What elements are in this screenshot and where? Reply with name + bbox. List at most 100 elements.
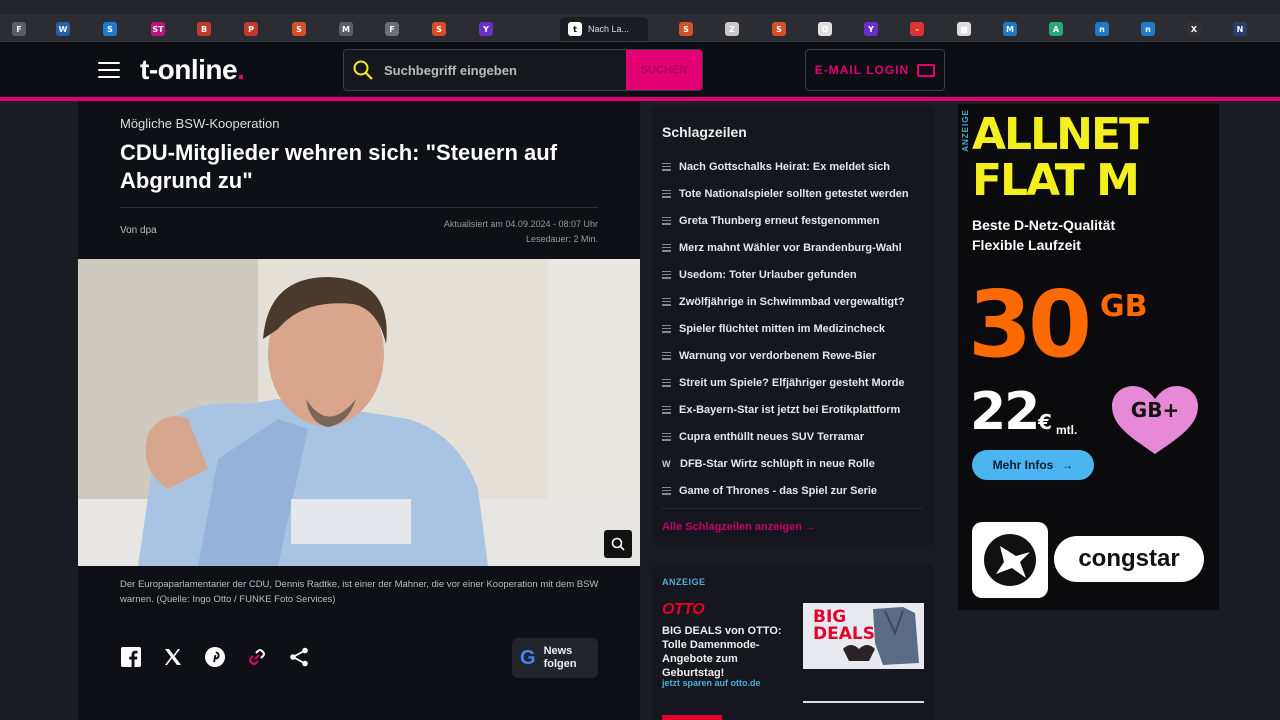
tab-favicon-icon: S xyxy=(679,22,693,36)
menu-icon[interactable] xyxy=(98,62,120,78)
otto-ad-image[interactable]: BIG DEALS xyxy=(803,603,924,669)
headline-item[interactable]: Nach Gottschalks Heirat: Ex meldet sich xyxy=(662,153,909,180)
headline-item[interactable]: Usedom: Toter Urlauber gefunden xyxy=(662,261,909,288)
browser-tab[interactable]: S xyxy=(99,18,121,40)
tab-favicon-icon: n xyxy=(1095,22,1109,36)
search-button[interactable]: SUCHEN xyxy=(626,50,702,90)
article-photo[interactable] xyxy=(78,259,640,566)
headline-label: Nach Gottschalks Heirat: Ex meldet sich xyxy=(679,160,890,173)
zoom-icon xyxy=(611,537,625,551)
active-tab[interactable]: t Nach La... xyxy=(560,17,648,41)
email-login-button[interactable]: E-MAIL LOGIN xyxy=(805,49,945,91)
headline-item[interactable]: W DFB-Star Wirtz schlüpft in neue Rolle xyxy=(662,450,909,477)
browser-tab[interactable]: N xyxy=(1229,18,1251,40)
headline-label: Greta Thunberg erneut festgenommen xyxy=(679,214,880,227)
share-icon[interactable] xyxy=(288,646,310,668)
x-icon[interactable] xyxy=(162,646,184,668)
ad-separator xyxy=(803,701,924,703)
browser-tab[interactable]: ■ xyxy=(953,18,975,40)
site-logo[interactable]: t-online. xyxy=(140,54,245,86)
big-deals-text: BIG DEALS xyxy=(813,607,875,644)
browser-tab[interactable]: M xyxy=(999,18,1021,40)
headline-item[interactable]: Spieler flüchtet mitten im Medizincheck xyxy=(662,315,909,342)
browser-tab[interactable]: F xyxy=(381,18,403,40)
browser-tab[interactable]: Z xyxy=(721,18,743,40)
tab-favicon-icon: Z xyxy=(725,22,739,36)
headline-item[interactable]: Greta Thunberg erneut festgenommen xyxy=(662,207,909,234)
arrow-right-icon: → xyxy=(1061,458,1074,472)
browser-tab[interactable]: A xyxy=(1045,18,1067,40)
ad-headline: ALLNET FLAT M xyxy=(972,109,1149,206)
browser-tab[interactable]: S xyxy=(768,18,790,40)
google-icon: G xyxy=(520,646,536,669)
search-input[interactable] xyxy=(374,62,626,78)
headline-label: Streit um Spiele? Elfjähriger gesteht Mo… xyxy=(679,376,905,389)
pinterest-icon[interactable] xyxy=(204,646,226,668)
copy-link-icon[interactable] xyxy=(246,646,268,668)
tab-favicon-icon: F xyxy=(12,22,26,36)
google-news-follow-button[interactable]: G News folgen xyxy=(512,638,598,678)
search-icon xyxy=(352,59,374,81)
w-icon: W xyxy=(662,458,671,469)
price: 22 xyxy=(970,382,1040,442)
tab-favicon-icon: n xyxy=(1141,22,1155,36)
browser-tab[interactable]: S xyxy=(428,18,450,40)
otto-logo: OTTO xyxy=(662,601,705,618)
tab-favicon-icon: ■ xyxy=(957,22,971,36)
tab-favicon-icon: S xyxy=(432,22,446,36)
browser-tab[interactable]: - xyxy=(906,18,928,40)
headline-item[interactable]: Ex-Bayern-Star ist jetzt bei Erotikplatt… xyxy=(662,396,909,423)
tab-favicon-icon: O xyxy=(818,22,832,36)
congstar-star-logo xyxy=(972,522,1048,598)
browser-tab[interactable]: ST xyxy=(147,18,169,40)
article-author: Von dpa xyxy=(120,225,157,236)
article-kicker: Mögliche BSW-Kooperation xyxy=(120,116,280,131)
zoom-button[interactable] xyxy=(604,530,632,558)
browser-tab[interactable]: W xyxy=(52,18,74,40)
tab-favicon-icon: W xyxy=(56,22,70,36)
all-headlines-link[interactable]: Alle Schlagzeilen anzeigen → xyxy=(662,521,816,533)
headline-item[interactable]: Zwölfjährige in Schwimmbad vergewaltigt? xyxy=(662,288,909,315)
headline-item[interactable]: Warnung vor verdorbenem Rewe-Bier xyxy=(662,342,909,369)
browser-tab[interactable]: Y xyxy=(860,18,882,40)
data-unit: GB xyxy=(1100,289,1148,324)
article-icon xyxy=(662,324,671,333)
headline-item[interactable]: Cupra enthüllt neues SUV Terramar xyxy=(662,423,909,450)
browser-tab[interactable]: F xyxy=(8,18,30,40)
otto-ad[interactable]: ANZEIGE OTTO BIG DEALS von OTTO: Tolle D… xyxy=(652,565,934,720)
otto-ad-link[interactable]: jetzt sparen auf otto.de xyxy=(662,678,761,688)
envelope-icon xyxy=(917,63,936,77)
headline-item[interactable]: Streit um Spiele? Elfjähriger gesteht Mo… xyxy=(662,369,909,396)
headline-item[interactable]: Game of Thrones - das Spiel zur Serie xyxy=(662,477,909,504)
browser-tab[interactable]: B xyxy=(193,18,215,40)
headline-item[interactable]: Merz mahnt Wähler vor Brandenburg-Wahl xyxy=(662,234,909,261)
updated-timestamp: Aktualisiert am 04.09.2024 - 08:07 Uhr xyxy=(443,219,598,229)
more-info-button[interactable]: Mehr Infos → xyxy=(972,450,1094,480)
article-icon xyxy=(662,378,671,387)
tab-favicon-icon: M xyxy=(1003,22,1017,36)
t-online-favicon: t xyxy=(568,22,582,36)
browser-tab[interactable]: M xyxy=(335,18,357,40)
headline-item[interactable]: Tote Nationalspieler sollten getestet we… xyxy=(662,180,909,207)
per-month: mtl. xyxy=(1056,423,1078,437)
google-news-label: News folgen xyxy=(543,645,577,670)
browser-tab[interactable]: n xyxy=(1091,18,1113,40)
browser-tab[interactable]: n xyxy=(1137,18,1159,40)
tab-favicon-icon: F xyxy=(385,22,399,36)
facebook-icon[interactable] xyxy=(120,646,142,668)
browser-tab-strip: F W S ST B P S M F S Y S Z S O Y - ■ M An n X N t Nach La... xyxy=(0,0,1280,42)
browser-tab[interactable]: S xyxy=(675,18,697,40)
article-icon xyxy=(662,486,671,495)
browser-tab[interactable]: S xyxy=(288,18,310,40)
congstar-ad[interactable]: ANZEIGE ALLNET FLAT M Beste D-Netz-Qualit… xyxy=(958,104,1219,610)
email-login-label: E-MAIL LOGIN xyxy=(814,63,910,77)
headlines-title: Schlagzeilen xyxy=(662,124,747,140)
browser-tab[interactable]: O xyxy=(814,18,836,40)
article-meta: Aktualisiert am 04.09.2024 - 08:07 Uhr L… xyxy=(444,217,598,247)
browser-tab[interactable]: P xyxy=(240,18,262,40)
browser-tab[interactable]: X xyxy=(1183,18,1205,40)
headline-label: Zwölfjährige in Schwimmbad vergewaltigt? xyxy=(679,295,905,308)
browser-tab[interactable]: Y xyxy=(475,18,497,40)
tab-favicon-icon: X xyxy=(1187,22,1201,36)
headline-label: Game of Thrones - das Spiel zur Serie xyxy=(679,484,878,497)
